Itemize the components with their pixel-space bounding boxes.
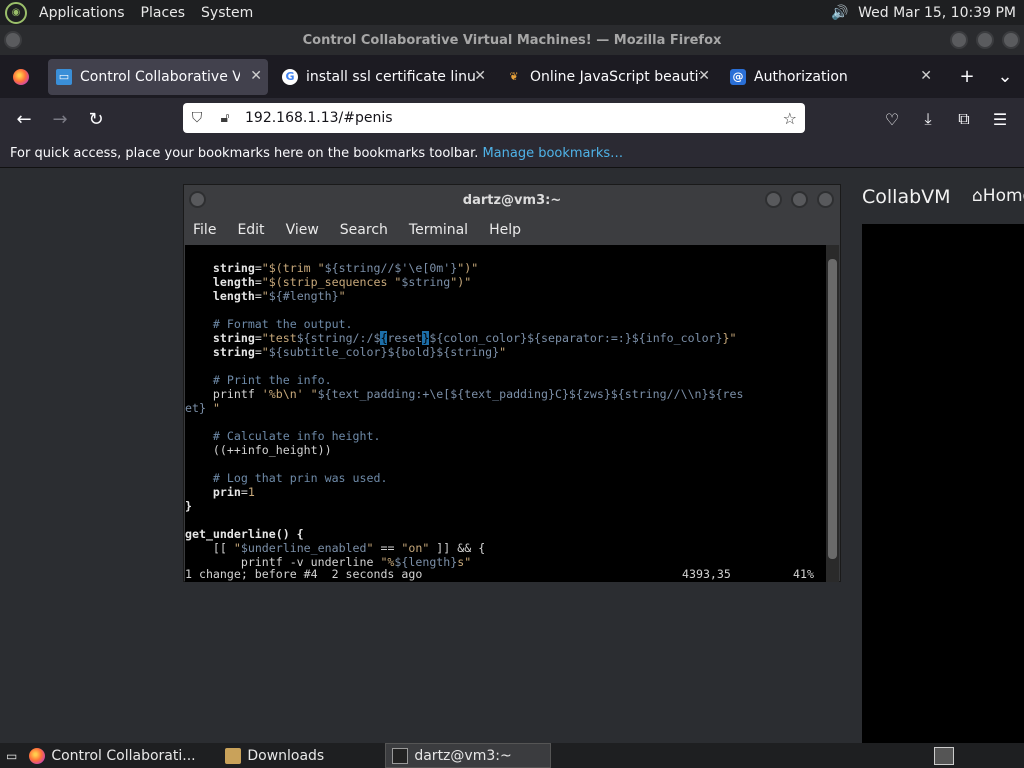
insecure-lock-icon[interactable]: 🔓︎ [211,110,239,126]
menu-view[interactable]: View [286,222,319,238]
system-menu[interactable]: System [197,5,257,21]
show-desktop-icon[interactable]: ▭ [0,743,23,768]
close-tab-icon[interactable]: ✕ [920,68,932,84]
at-sign-icon: @ [730,68,746,85]
menu-edit[interactable]: Edit [237,222,264,238]
menu-search[interactable]: Search [340,222,388,238]
taskbar-label: Downloads [247,747,325,764]
shield-icon[interactable]: ⛉ [183,110,211,126]
home-link[interactable]: ⌂Home [972,186,1024,206]
terminal-maximize-button[interactable] [791,191,808,208]
close-window-button[interactable] [1002,31,1020,49]
close-tab-icon[interactable]: ✕ [698,68,710,84]
status-message: 1 change; before #4 2 seconds ago [185,567,423,581]
workspace-2[interactable] [960,743,1024,768]
taskbar-item-downloads[interactable]: Downloads [219,743,385,768]
new-tab-icon[interactable]: + [948,66,986,87]
terminal-minimize-button[interactable] [765,191,782,208]
applications-menu[interactable]: Applications [35,5,129,21]
tab-authorization[interactable]: @ Authorization ✕ [722,59,938,95]
vm-screen[interactable] [862,224,1024,743]
places-menu[interactable]: Places [137,5,190,21]
home-icon: ⌂ [972,186,983,206]
terminal-output[interactable]: string="$(trim "${string//$'\e[0m'}")" l… [185,245,828,582]
menu-terminal[interactable]: Terminal [409,222,468,238]
close-tab-icon[interactable]: ✕ [474,68,486,84]
list-tabs-chevron-down-icon[interactable]: ⌄ [986,66,1024,87]
taskbar-item-terminal[interactable]: dartz@vm3:~ [385,743,552,768]
extensions-icon[interactable]: ⧉ [946,103,982,135]
window-titlebar: Control Collaborative Virtual Machines! … [0,25,1024,55]
folder-icon [225,747,242,764]
collabvm-brand[interactable]: CollabVM [862,186,951,208]
terminal-title: dartz@vm3:~ [462,192,562,208]
volume-icon[interactable]: 🔊 [830,4,850,22]
manage-bookmarks-link[interactable]: Manage bookmarks… [482,146,623,161]
forward-arrow-icon[interactable]: → [42,103,78,135]
taskbar-label: dartz@vm3:~ [414,747,512,764]
reload-icon[interactable]: ↻ [78,103,114,135]
url-text[interactable]: 192.168.1.13/#penis [245,110,393,126]
firefox-icon [29,747,46,764]
menu-file[interactable]: File [193,222,216,238]
vim-status-line: 1 change; before #4 2 seconds ago 4393,35… [185,567,828,581]
tab-collabvm[interactable]: ▭ Control Collaborative Virtual Machines… [48,58,268,95]
terminal-menubar: File Edit View Search Terminal Help [184,215,840,245]
home-label: Home [982,186,1024,206]
monitor-icon: ▭ [56,68,72,85]
distro-logo-icon[interactable]: ◉ [5,1,27,24]
beautifier-icon: ❦ [509,70,519,83]
bookmarks-toolbar: For quick access, place your bookmarks h… [0,140,1024,168]
minimize-button[interactable] [950,31,968,49]
terminal-scrollbar[interactable] [826,245,839,582]
close-tab-icon[interactable]: ✕ [250,68,262,84]
terminal-icon [392,747,409,764]
bookmarks-hint: For quick access, place your bookmarks h… [10,146,479,161]
pocket-icon[interactable]: ♡ [874,103,910,135]
google-icon: G [282,68,298,85]
tab-bar: ▭ Control Collaborative Virtual Machines… [0,55,1024,98]
navigation-toolbar: ← → ↻ ⛉ 🔓︎ 192.168.1.13/#penis ☆ ♡ ⤓ ⧉ ☰ [0,98,1024,140]
workspace-switcher-icon[interactable] [928,743,960,768]
tab-label: install ssl certificate linux - Google S… [306,68,476,85]
bookmark-star-icon[interactable]: ☆ [783,109,797,128]
window-title: Control Collaborative Virtual Machines! … [302,32,722,48]
window-menu-button[interactable] [4,31,22,49]
scroll-percent: 41% [793,567,814,581]
tab-js-beautifier[interactable]: ❦ Online JavaScript beautifier ✕ [498,59,716,95]
terminal-titlebar: dartz@vm3:~ [184,185,840,215]
terminal-close-button[interactable] [817,191,834,208]
tab-label: Authorization [754,68,848,85]
downloads-icon[interactable]: ⤓ [910,103,946,135]
back-arrow-icon[interactable]: ← [6,103,42,135]
tab-label: Online JavaScript beautifier [530,68,700,85]
terminal-window[interactable]: dartz@vm3:~ File Edit View Search Termin… [183,184,841,582]
maximize-button[interactable] [976,31,994,49]
clock[interactable]: Wed Mar 15, 10:39 PM [858,5,1016,21]
taskbar-item-firefox[interactable]: Control Collaborati... [23,743,219,768]
cursor-position: 4393,35 [682,567,731,581]
menu-help[interactable]: Help [489,222,521,238]
url-bar[interactable]: ⛉ 🔓︎ 192.168.1.13/#penis ☆ [183,103,805,133]
tab-google-search[interactable]: G install ssl certificate linux - Google… [274,59,492,95]
top-panel: ◉ Applications Places System 🔊 Wed Mar 1… [0,0,1024,25]
scrollbar-thumb[interactable] [828,259,837,559]
firefox-view-icon[interactable] [6,62,36,92]
hamburger-menu-icon[interactable]: ☰ [982,103,1018,135]
terminal-window-menu-button[interactable] [189,191,206,208]
bottom-taskbar: ▭ Control Collaborati... Downloads dartz… [0,743,1024,768]
tab-label: Control Collaborative Virtual Machines! [80,68,240,85]
taskbar-label: Control Collaborati... [51,747,196,764]
